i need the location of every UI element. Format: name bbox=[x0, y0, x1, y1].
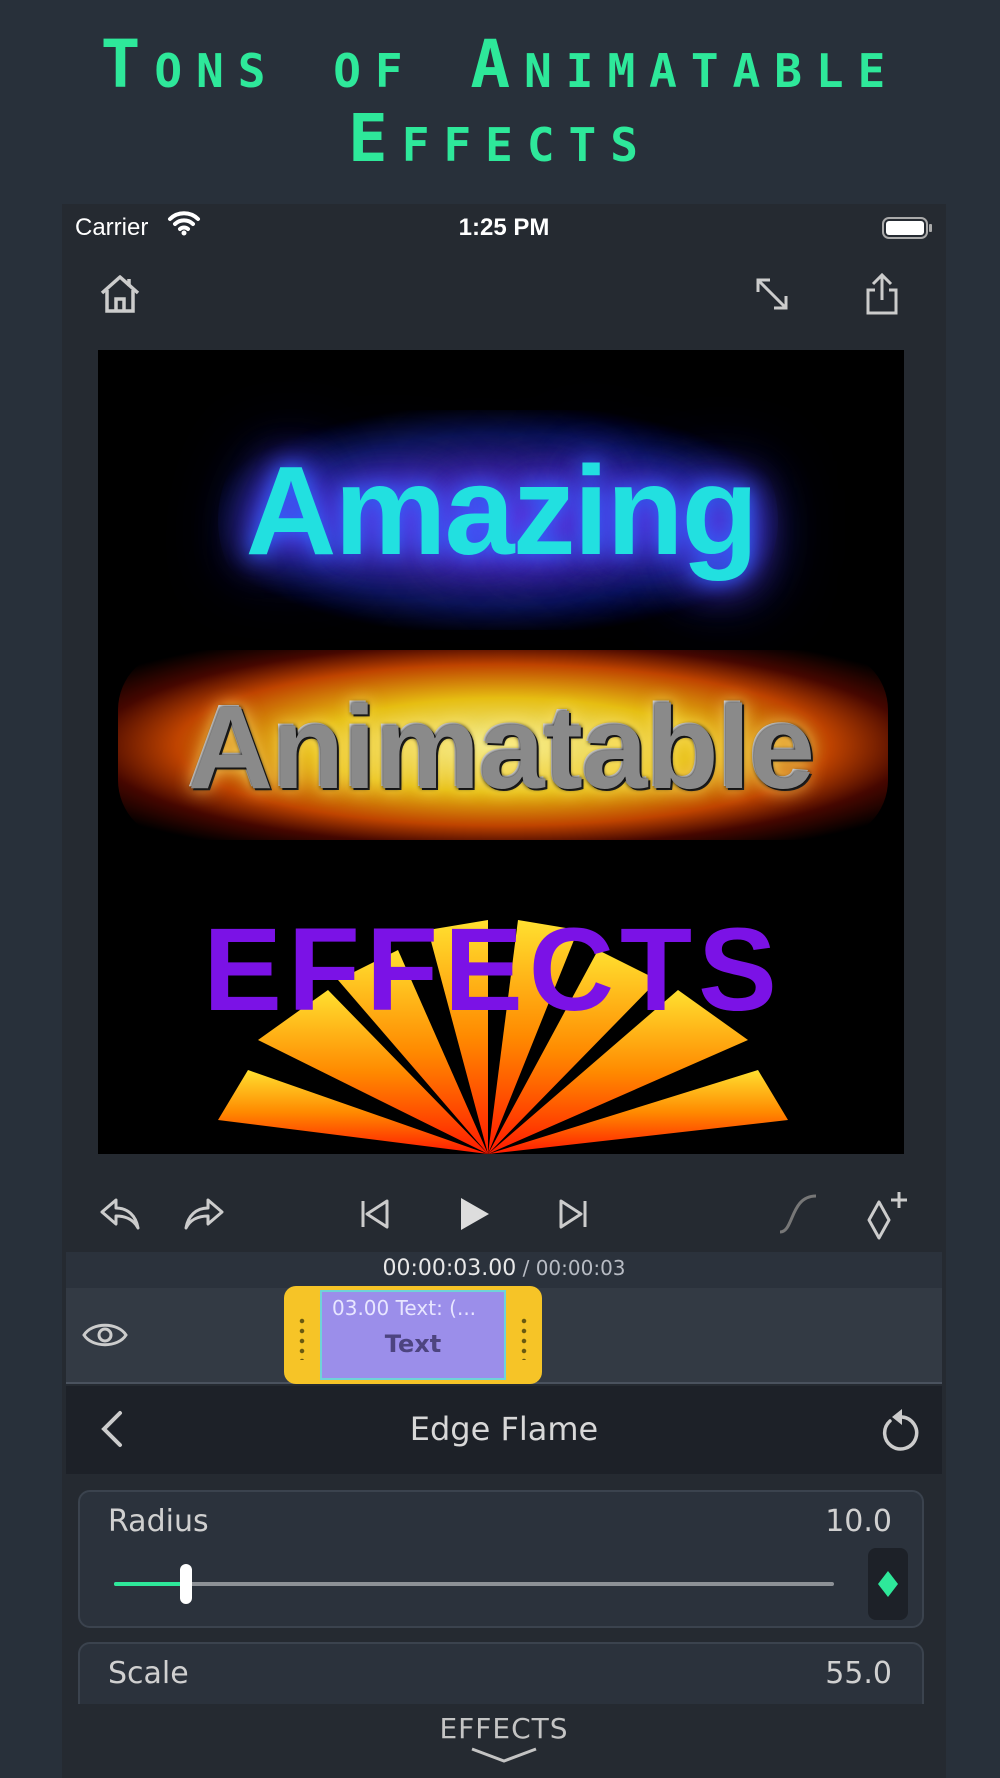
scale-label: Scale bbox=[108, 1656, 189, 1691]
effects-drawer[interactable]: EFFECTS bbox=[62, 1704, 946, 1778]
app-screen: Carrier 1:25 PM Amazing Animatable EFFEC… bbox=[62, 204, 946, 1778]
add-keyframe-button[interactable] bbox=[858, 1179, 918, 1249]
status-bar: Carrier 1:25 PM bbox=[62, 204, 946, 254]
home-button[interactable] bbox=[90, 264, 150, 324]
clock: 1:25 PM bbox=[458, 214, 550, 241]
clip-left-handle[interactable] bbox=[298, 1316, 306, 1360]
curve-icon bbox=[779, 1194, 817, 1234]
skip-end-button[interactable] bbox=[544, 1179, 604, 1249]
preview-text-animatable: Animatable bbox=[187, 682, 815, 814]
clip-label: Text bbox=[384, 1330, 442, 1358]
total-time: 00:00:03 bbox=[535, 1256, 626, 1280]
clip-meta: 03.00 Text: (... bbox=[332, 1296, 477, 1320]
clip-right-handle[interactable] bbox=[520, 1316, 528, 1360]
transport-bar bbox=[62, 1179, 946, 1249]
scale-value: 55.0 bbox=[825, 1656, 892, 1691]
timeline-track[interactable]: 03.00 Text: (... Text bbox=[66, 1286, 942, 1384]
headline-line-2: Effects bbox=[348, 100, 652, 177]
timecode-display: 00:00:03.00 / 00:00:03 bbox=[66, 1252, 942, 1288]
share-icon bbox=[866, 272, 898, 315]
reset-button[interactable] bbox=[872, 1402, 928, 1458]
redo-button[interactable] bbox=[174, 1179, 234, 1249]
skip-back-icon bbox=[361, 1199, 389, 1229]
easing-curve-button[interactable] bbox=[768, 1179, 828, 1249]
reset-icon bbox=[882, 1409, 919, 1451]
radius-keyframe-button[interactable] bbox=[868, 1548, 908, 1620]
radius-label: Radius bbox=[108, 1504, 209, 1539]
chevron-down-icon bbox=[471, 1747, 537, 1763]
effects-fan-graphic: EFFECTS bbox=[203, 904, 788, 1154]
radius-param: Radius 10.0 bbox=[78, 1490, 924, 1628]
video-preview[interactable]: Amazing Animatable EFFECTS bbox=[98, 350, 904, 1154]
preview-text-effects: EFFECTS bbox=[203, 904, 783, 1036]
skip-start-button[interactable] bbox=[344, 1179, 404, 1249]
radius-value: 10.0 bbox=[825, 1504, 892, 1539]
skip-forward-icon bbox=[559, 1199, 587, 1229]
play-button[interactable] bbox=[444, 1179, 504, 1249]
current-time: 00:00:03.00 bbox=[382, 1256, 517, 1281]
preview-text-amazing: Amazing bbox=[245, 440, 758, 581]
radius-slider-fill bbox=[114, 1582, 186, 1586]
battery-icon bbox=[882, 216, 934, 247]
effect-panel-header: Edge Flame bbox=[66, 1386, 942, 1474]
redo-icon bbox=[184, 1198, 224, 1230]
effect-title: Edge Flame bbox=[409, 1410, 599, 1448]
effects-drawer-label: EFFECTS bbox=[439, 1712, 569, 1745]
share-button[interactable] bbox=[852, 264, 912, 324]
time-separator: / bbox=[516, 1256, 536, 1280]
radius-slider-thumb[interactable] bbox=[180, 1564, 192, 1604]
home-icon bbox=[100, 275, 140, 313]
radius-slider[interactable] bbox=[114, 1564, 834, 1604]
track-visibility-button[interactable] bbox=[80, 1310, 130, 1360]
marketing-headline: Tons of Animatable Effects bbox=[0, 28, 1000, 176]
clip-body[interactable]: 03.00 Text: (... Text bbox=[320, 1290, 506, 1380]
keyframe-add-icon bbox=[867, 1192, 907, 1240]
play-icon bbox=[461, 1198, 489, 1230]
undo-icon bbox=[100, 1198, 140, 1230]
undo-button[interactable] bbox=[90, 1179, 150, 1249]
expand-icon bbox=[756, 278, 788, 310]
headline-line-1: Tons of Animatable bbox=[100, 26, 900, 103]
fullscreen-button[interactable] bbox=[742, 264, 802, 324]
keyframe-diamond-icon bbox=[878, 1571, 898, 1597]
eye-icon bbox=[82, 1323, 128, 1347]
text-clip[interactable]: 03.00 Text: (... Text bbox=[284, 1286, 542, 1384]
